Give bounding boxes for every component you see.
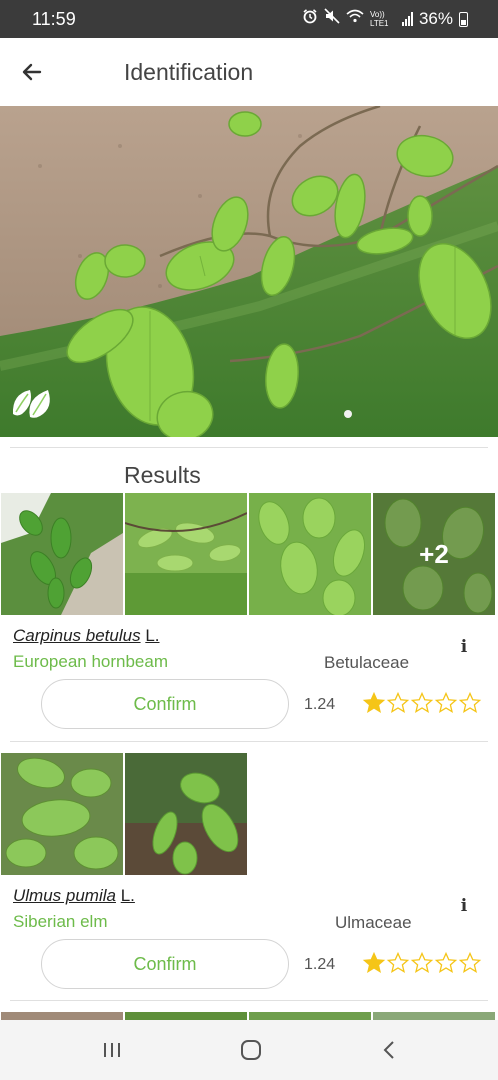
result-1-common-name: European hornbeam	[13, 652, 169, 671]
star-empty-icon	[410, 951, 434, 973]
result-3-image-2[interactable]	[125, 1012, 247, 1020]
wifi-icon	[346, 9, 364, 29]
star-empty-icon	[458, 951, 482, 973]
result-2-rating	[362, 951, 482, 975]
divider	[10, 741, 488, 742]
status-time: 11:59	[32, 9, 76, 29]
system-nav-bar	[0, 1020, 498, 1080]
result-3-image-3[interactable]	[249, 1012, 371, 1020]
result-1-species: Carpinus betulus	[13, 626, 141, 645]
page-title: Identification	[124, 59, 254, 85]
battery-percent: 36%	[418, 9, 453, 28]
result-2-scientific-name[interactable]: Ulmus pumila L.	[13, 886, 135, 906]
leaf-icon	[10, 384, 54, 422]
result-1-more-images[interactable]: +2	[373, 493, 495, 615]
network-label: Vo)) LTE1	[369, 10, 389, 28]
result-1-author: L.	[145, 626, 160, 645]
result-2-info-icon[interactable]: i	[453, 893, 475, 919]
result-1-scientific-name[interactable]: Carpinus betulus L.	[13, 626, 160, 646]
result-1-image-1[interactable]	[1, 493, 123, 615]
results-title: Results	[124, 462, 201, 488]
result-1-score: 1.24	[304, 696, 336, 713]
divider	[10, 1000, 488, 1001]
star-empty-icon	[386, 691, 410, 713]
result-2-confirm-button[interactable]: Confirm	[41, 939, 289, 989]
star-empty-icon	[386, 951, 410, 973]
result-1-family: Betulaceae	[324, 653, 410, 672]
app-bar: Identification	[0, 38, 498, 106]
result-3-image-4[interactable]	[373, 1012, 495, 1020]
result-1-image-3[interactable]	[249, 493, 371, 615]
star-filled-icon	[362, 691, 386, 713]
result-1-rating	[362, 691, 482, 715]
divider	[10, 447, 488, 448]
star-empty-icon	[434, 691, 458, 713]
confirm-label: Confirm	[133, 953, 197, 974]
back-button[interactable]	[12, 52, 52, 92]
confirm-label: Confirm	[133, 693, 197, 714]
result-2-species: Ulmus pumila	[13, 886, 116, 905]
result-2-author: L.	[120, 886, 135, 905]
alarm-icon	[302, 8, 318, 30]
recent-apps-icon[interactable]	[92, 1030, 132, 1070]
signal-icon	[401, 12, 413, 26]
battery-icon	[459, 11, 468, 27]
star-filled-icon	[362, 951, 386, 973]
star-empty-icon	[458, 691, 482, 713]
star-empty-icon	[410, 691, 434, 713]
arrow-left-icon	[22, 63, 42, 81]
back-icon[interactable]	[370, 1030, 410, 1070]
status-bar: 11:59 Vo)) LTE1 36%	[0, 0, 498, 38]
result-2-image-2[interactable]	[125, 753, 247, 875]
more-images-count: +2	[373, 493, 495, 615]
mute-icon	[324, 8, 340, 30]
star-empty-icon	[434, 951, 458, 973]
result-1-confirm-button[interactable]: Confirm	[41, 679, 289, 729]
result-1-info-icon[interactable]: i	[453, 634, 475, 660]
result-2-score: 1.24	[304, 956, 336, 973]
observation-photo[interactable]	[0, 106, 498, 437]
status-icons: Vo)) LTE1 36%	[302, 8, 468, 30]
result-1-image-2[interactable]	[125, 493, 247, 615]
result-2-family: Ulmaceae	[335, 913, 412, 932]
result-2-image-1[interactable]	[1, 753, 123, 875]
result-2-common-name: Siberian elm	[13, 912, 108, 931]
result-3-image-1[interactable]	[1, 1012, 123, 1020]
home-icon[interactable]	[231, 1030, 271, 1070]
